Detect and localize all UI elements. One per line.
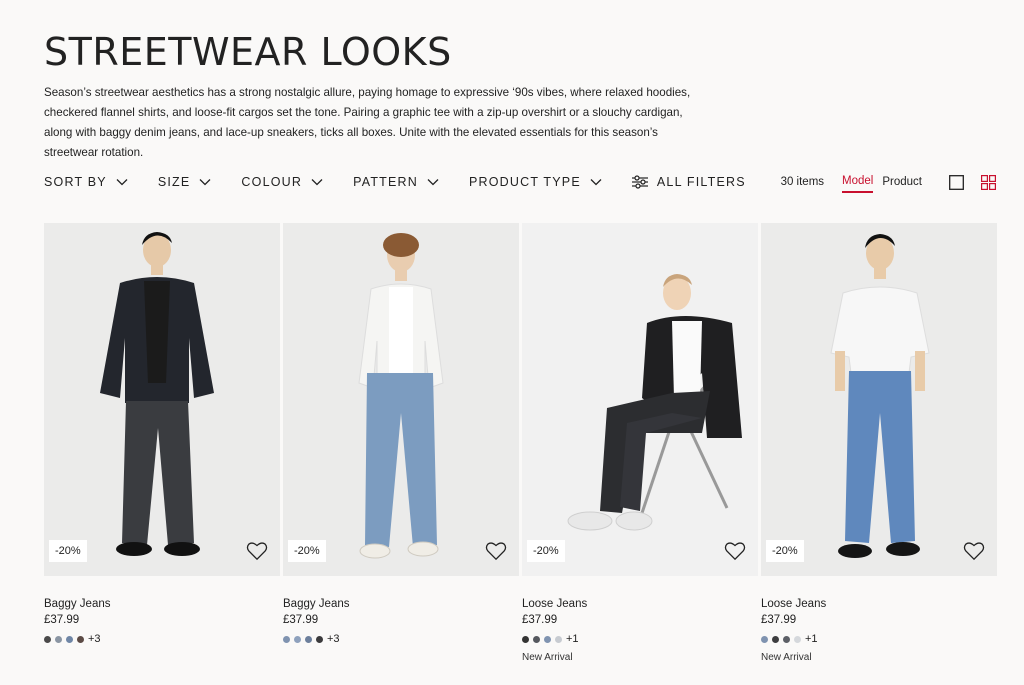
heart-icon[interactable] (963, 541, 985, 561)
size-dropdown[interactable]: SIZE (158, 175, 212, 189)
product-card[interactable]: -20% Loose Jeans £37.99 +1 New Arrival (522, 223, 758, 663)
new-arrival-tag: New Arrival (522, 652, 573, 663)
colour-swatches: +3 (283, 632, 519, 646)
colour-swatch[interactable] (533, 635, 540, 643)
discount-badge: -20% (766, 540, 804, 562)
view-toolbar: 30 items Model Product (781, 170, 996, 194)
product-card[interactable]: -20% Baggy Jeans £37.99 +3 (283, 223, 519, 663)
sliders-icon (631, 175, 648, 189)
colour-swatches: +1 (761, 632, 997, 646)
colour-swatch[interactable] (544, 635, 551, 643)
all-filters-button[interactable]: ALL FILTERS (631, 175, 746, 189)
more-colours-count: +1 (805, 633, 818, 645)
more-colours-count: +1 (566, 633, 579, 645)
all-filters-label: ALL FILTERS (656, 175, 746, 189)
single-square-icon (949, 174, 964, 190)
product-grid: -20% Baggy Jeans £37.99 +3 -20% Baggy Je… (44, 223, 997, 663)
product-name[interactable]: Loose Jeans (761, 598, 997, 610)
product-price: £37.99 (44, 614, 80, 626)
product-name[interactable]: Baggy Jeans (44, 598, 280, 610)
product-price: £37.99 (283, 614, 319, 626)
chevron-down-icon (116, 179, 128, 186)
colour-swatch[interactable] (44, 635, 51, 643)
product-image[interactable]: -20% (283, 223, 519, 576)
sort-by-label: SORT BY (44, 175, 107, 189)
product-card[interactable]: -20% Loose Jeans £37.99 +1 New Arrival (761, 223, 997, 663)
model-photo (567, 274, 742, 531)
colour-swatch[interactable] (66, 635, 73, 643)
grid-icon (981, 174, 996, 190)
colour-swatch[interactable] (772, 635, 779, 643)
new-arrival-tag: New Arrival (761, 652, 812, 663)
chevron-down-icon (590, 179, 602, 186)
page-intro: Season’s streetwear aesthetics has a str… (44, 86, 691, 159)
colour-swatch[interactable] (522, 635, 529, 643)
colour-swatch[interactable] (783, 635, 790, 643)
colour-swatch[interactable] (55, 635, 62, 643)
tab-product-view[interactable]: Product (882, 173, 922, 192)
pattern-label: PATTERN (353, 175, 418, 189)
product-price: £37.99 (761, 614, 797, 626)
size-label: SIZE (157, 175, 191, 189)
model-photo (830, 234, 930, 558)
more-colours-count: +3 (327, 633, 340, 645)
colour-dropdown[interactable]: COLOUR (241, 175, 323, 189)
product-name[interactable]: Loose Jeans (522, 598, 758, 610)
product-image[interactable]: -20% (522, 223, 758, 576)
items-count: 30 items (780, 176, 825, 188)
chevron-down-icon (311, 179, 323, 186)
discount-badge: -20% (288, 540, 326, 562)
single-column-toggle[interactable] (949, 174, 964, 190)
more-colours-count: +3 (88, 633, 101, 645)
product-price: £37.99 (522, 614, 558, 626)
product-type-dropdown[interactable]: PRODUCT TYPE (469, 175, 602, 189)
product-image[interactable]: -20% (44, 223, 280, 576)
chevron-down-icon (199, 179, 211, 186)
heart-icon[interactable] (485, 541, 507, 561)
colour-swatch[interactable] (294, 635, 301, 643)
chevron-down-icon (427, 179, 439, 186)
product-image[interactable]: -20% (761, 223, 997, 576)
colour-swatch[interactable] (316, 635, 323, 643)
discount-badge: -20% (527, 540, 565, 562)
filter-bar: SORT BY SIZE COLOUR PATTERN PRODUCT TYPE… (44, 172, 746, 192)
colour-swatch[interactable] (555, 635, 562, 643)
colour-swatches: +3 (44, 632, 280, 646)
page-title: STREETWEAR LOOKS (44, 30, 452, 74)
product-type-label: PRODUCT TYPE (469, 175, 581, 189)
pattern-dropdown[interactable]: PATTERN (353, 175, 439, 189)
colour-swatch[interactable] (77, 635, 84, 643)
product-card[interactable]: -20% Baggy Jeans £37.99 +3 (44, 223, 280, 663)
sort-by-dropdown[interactable]: SORT BY (44, 175, 128, 189)
colour-swatches: +1 (522, 632, 758, 646)
colour-swatch[interactable] (761, 635, 768, 643)
colour-swatch[interactable] (794, 635, 801, 643)
product-name[interactable]: Baggy Jeans (283, 598, 519, 610)
heart-icon[interactable] (724, 541, 746, 561)
discount-badge: -20% (49, 540, 87, 562)
model-photo (100, 232, 214, 556)
heart-icon[interactable] (246, 541, 268, 561)
colour-swatch[interactable] (305, 635, 312, 643)
grid-view-toggle[interactable] (981, 174, 996, 190)
colour-label: COLOUR (241, 175, 303, 189)
colour-swatch[interactable] (283, 635, 290, 643)
model-photo (358, 233, 444, 559)
tab-model-view[interactable]: Model (842, 172, 874, 193)
